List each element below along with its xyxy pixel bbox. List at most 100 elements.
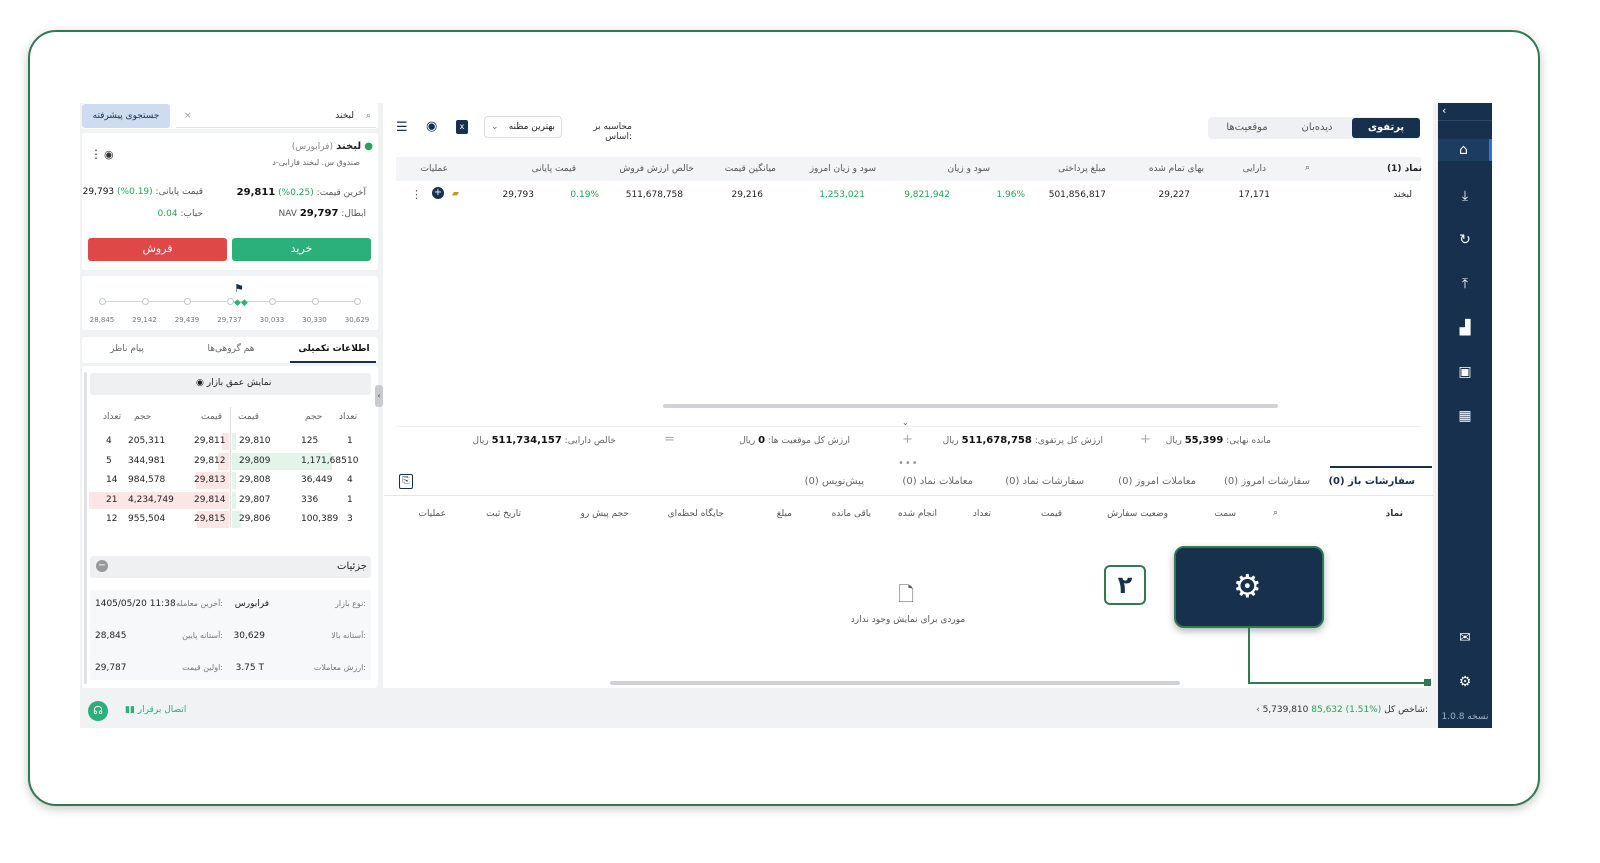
ob-buy-volume[interactable]: 36,449 xyxy=(301,475,333,485)
col-today-pl[interactable]: سود و زیان امروز xyxy=(810,164,876,174)
col-close[interactable]: قیمت پایانی xyxy=(532,164,576,174)
col-o-status[interactable]: وضعیت سفارش xyxy=(1107,509,1168,519)
ob-sell-volume[interactable]: 955,504 xyxy=(128,514,165,524)
panel-resize-handle[interactable]: ‹ xyxy=(375,385,383,407)
ob-sell-price[interactable]: 29,811 xyxy=(194,436,226,446)
tab-today-trades[interactable]: معاملات امروز (0) xyxy=(1118,476,1196,487)
ob-sell-count[interactable]: 12 xyxy=(106,514,117,524)
tab-symbol-orders[interactable]: سفارشات نماد (0) xyxy=(1005,476,1084,487)
watch-eye-icon[interactable]: ◉ xyxy=(104,148,114,161)
ob-sell-count[interactable]: 14 xyxy=(106,475,117,485)
range-tick-dot xyxy=(99,298,106,305)
col-paid[interactable]: مبلغ پرداختی xyxy=(1058,164,1106,174)
more-menu-icon[interactable]: ⋮ xyxy=(411,188,422,201)
more-menu-icon-2[interactable]: ⋮ xyxy=(90,147,102,161)
col-avg[interactable]: میانگین قیمت xyxy=(725,164,776,174)
col-o-queue[interactable]: حجم پیش رو xyxy=(581,509,629,519)
excel-icon[interactable]: x xyxy=(456,120,468,134)
tab-open-orders[interactable]: سفارشات باز (0) xyxy=(1328,476,1415,487)
ob-buy-count[interactable]: 1 xyxy=(347,436,353,446)
col-o-side[interactable]: سمت xyxy=(1214,509,1236,519)
list-settings-icon[interactable]: ☰ xyxy=(396,120,408,135)
ob-buy-price[interactable]: 29,808 xyxy=(239,475,271,485)
ob-buy-count[interactable]: 1 xyxy=(347,495,353,505)
calculator-icon[interactable]: ▣ xyxy=(1454,361,1476,383)
ob-buy-count[interactable]: 3 xyxy=(347,514,353,524)
col-o-price[interactable]: قیمت xyxy=(1041,509,1062,519)
ob-sell-price[interactable]: 29,813 xyxy=(194,475,226,485)
search-icon[interactable]: ⌕ xyxy=(1305,163,1310,173)
home-icon[interactable]: ⌂ xyxy=(1438,139,1492,161)
tab-peers[interactable]: هم گروهی‌ها xyxy=(192,344,270,354)
chart-icon[interactable]: ▟ xyxy=(1454,317,1476,339)
support-headset-icon[interactable]: ☊ xyxy=(88,701,108,721)
ob-buy-price[interactable]: 29,806 xyxy=(239,514,271,524)
col-o-symbol[interactable]: نماد xyxy=(1386,509,1403,519)
tab-positions[interactable]: موقعیت‌ها xyxy=(1212,118,1282,138)
ob-buy-count[interactable]: 10 xyxy=(347,456,358,466)
ob-sell-volume[interactable]: 205,311 xyxy=(128,436,165,446)
add-icon[interactable]: + xyxy=(432,187,444,199)
ob-buy-volume[interactable]: 125 xyxy=(301,436,318,446)
export-icon[interactable]: ⎘ xyxy=(399,474,413,489)
ob-buy-price[interactable]: 29,807 xyxy=(239,495,271,505)
ob-buy-count[interactable]: 4 xyxy=(347,475,353,485)
details-header[interactable] xyxy=(90,556,371,578)
collapse-minus-icon[interactable]: − xyxy=(96,560,108,572)
ob-sell-count[interactable]: 4 xyxy=(106,436,112,446)
col-cost[interactable]: بهای تمام شده xyxy=(1149,164,1204,174)
calc-select[interactable]: بهترین مظنه ⌄ xyxy=(484,116,562,138)
col-o-date[interactable]: تاریخ ثبت xyxy=(486,509,521,519)
col-symbol[interactable]: نماد (1) xyxy=(1387,164,1422,174)
dashboard-icon[interactable]: ▦ xyxy=(1454,405,1476,427)
advanced-search-button[interactable]: جستجوی پیشرفته xyxy=(82,104,170,128)
ob-buy-volume[interactable]: 1,171,685 xyxy=(301,456,347,466)
search-icon-2[interactable]: ⌕ xyxy=(1273,508,1278,518)
ob-sell-price[interactable]: 29,812 xyxy=(194,456,226,466)
row-symbol[interactable]: لبخند xyxy=(1393,190,1412,200)
col-o-amount[interactable]: مبلغ xyxy=(777,509,792,519)
collapse-icon[interactable]: ‹ xyxy=(1438,103,1492,121)
col-asset[interactable]: دارایی xyxy=(1243,164,1266,174)
tab-symbol-trades[interactable]: معاملات نماد (0) xyxy=(902,476,973,487)
col-net-sell[interactable]: خالص ارزش فروش xyxy=(619,164,694,174)
ob-sell-volume[interactable]: 984,578 xyxy=(128,475,165,485)
tab-extra-info[interactable]: اطلاعات تکمیلی xyxy=(295,344,373,354)
col-o-done[interactable]: انجام شده xyxy=(898,509,937,519)
h-scroll-track[interactable] xyxy=(478,404,1290,408)
ob-sell-count[interactable]: 5 xyxy=(106,456,112,466)
index-status[interactable]: ‹ 5,739,810 85,632 (1.51%) شاخص کل: xyxy=(1256,705,1428,715)
h-scroll-thumb-2[interactable] xyxy=(610,681,1180,685)
ob-buy-volume[interactable]: 100,389 xyxy=(301,514,338,524)
search-input[interactable]: × لبخند ⌕ xyxy=(176,104,376,128)
deposit-icon[interactable]: ⤓ xyxy=(1454,185,1476,207)
tab-supervisor[interactable]: پیام ناظر xyxy=(88,344,166,354)
tab-today-orders[interactable]: سفارشات امروز (0) xyxy=(1224,476,1310,487)
mail-icon[interactable]: ✉ xyxy=(1454,627,1476,649)
ob-buy-price[interactable]: 29,810 xyxy=(239,436,271,446)
ob-buy-price[interactable]: 29,809 xyxy=(239,456,271,466)
ob-sell-count[interactable]: 21 xyxy=(106,495,117,505)
h-scroll-thumb[interactable] xyxy=(663,404,1278,408)
col-o-qty[interactable]: تعداد xyxy=(973,509,991,519)
col-pl[interactable]: سود و زیان xyxy=(948,164,990,174)
buy-button[interactable]: خرید xyxy=(232,238,371,261)
tab-watchlist[interactable]: دیده‌بان xyxy=(1286,118,1348,138)
ob-buy-volume[interactable]: 336 xyxy=(301,495,318,505)
tab-drafts[interactable]: پیش‌نویس (0) xyxy=(805,476,864,487)
h-scroll-track-2[interactable] xyxy=(484,681,1192,685)
ob-sell-volume[interactable]: 4,234,749 xyxy=(128,495,174,505)
settings-icon[interactable]: ⚙ xyxy=(1454,671,1476,693)
ob-sell-price[interactable]: 29,814 xyxy=(194,495,226,505)
clear-icon[interactable]: × xyxy=(184,104,192,128)
col-o-remain[interactable]: باقی مانده xyxy=(832,509,871,519)
v-scroll-thumb[interactable] xyxy=(84,372,87,684)
tab-portfolio[interactable]: پرتفوی xyxy=(1352,118,1420,138)
refresh-icon[interactable]: ↻ xyxy=(1454,229,1476,251)
upload-icon[interactable]: ⤒ xyxy=(1454,273,1476,295)
ob-sell-price[interactable]: 29,815 xyxy=(194,514,226,524)
col-o-position[interactable]: جایگاه لحظه‌ای xyxy=(668,509,724,519)
eye-icon[interactable]: ◉ xyxy=(426,119,437,134)
sell-button[interactable]: فروش xyxy=(88,238,227,261)
ob-sell-volume[interactable]: 344,981 xyxy=(128,456,165,466)
